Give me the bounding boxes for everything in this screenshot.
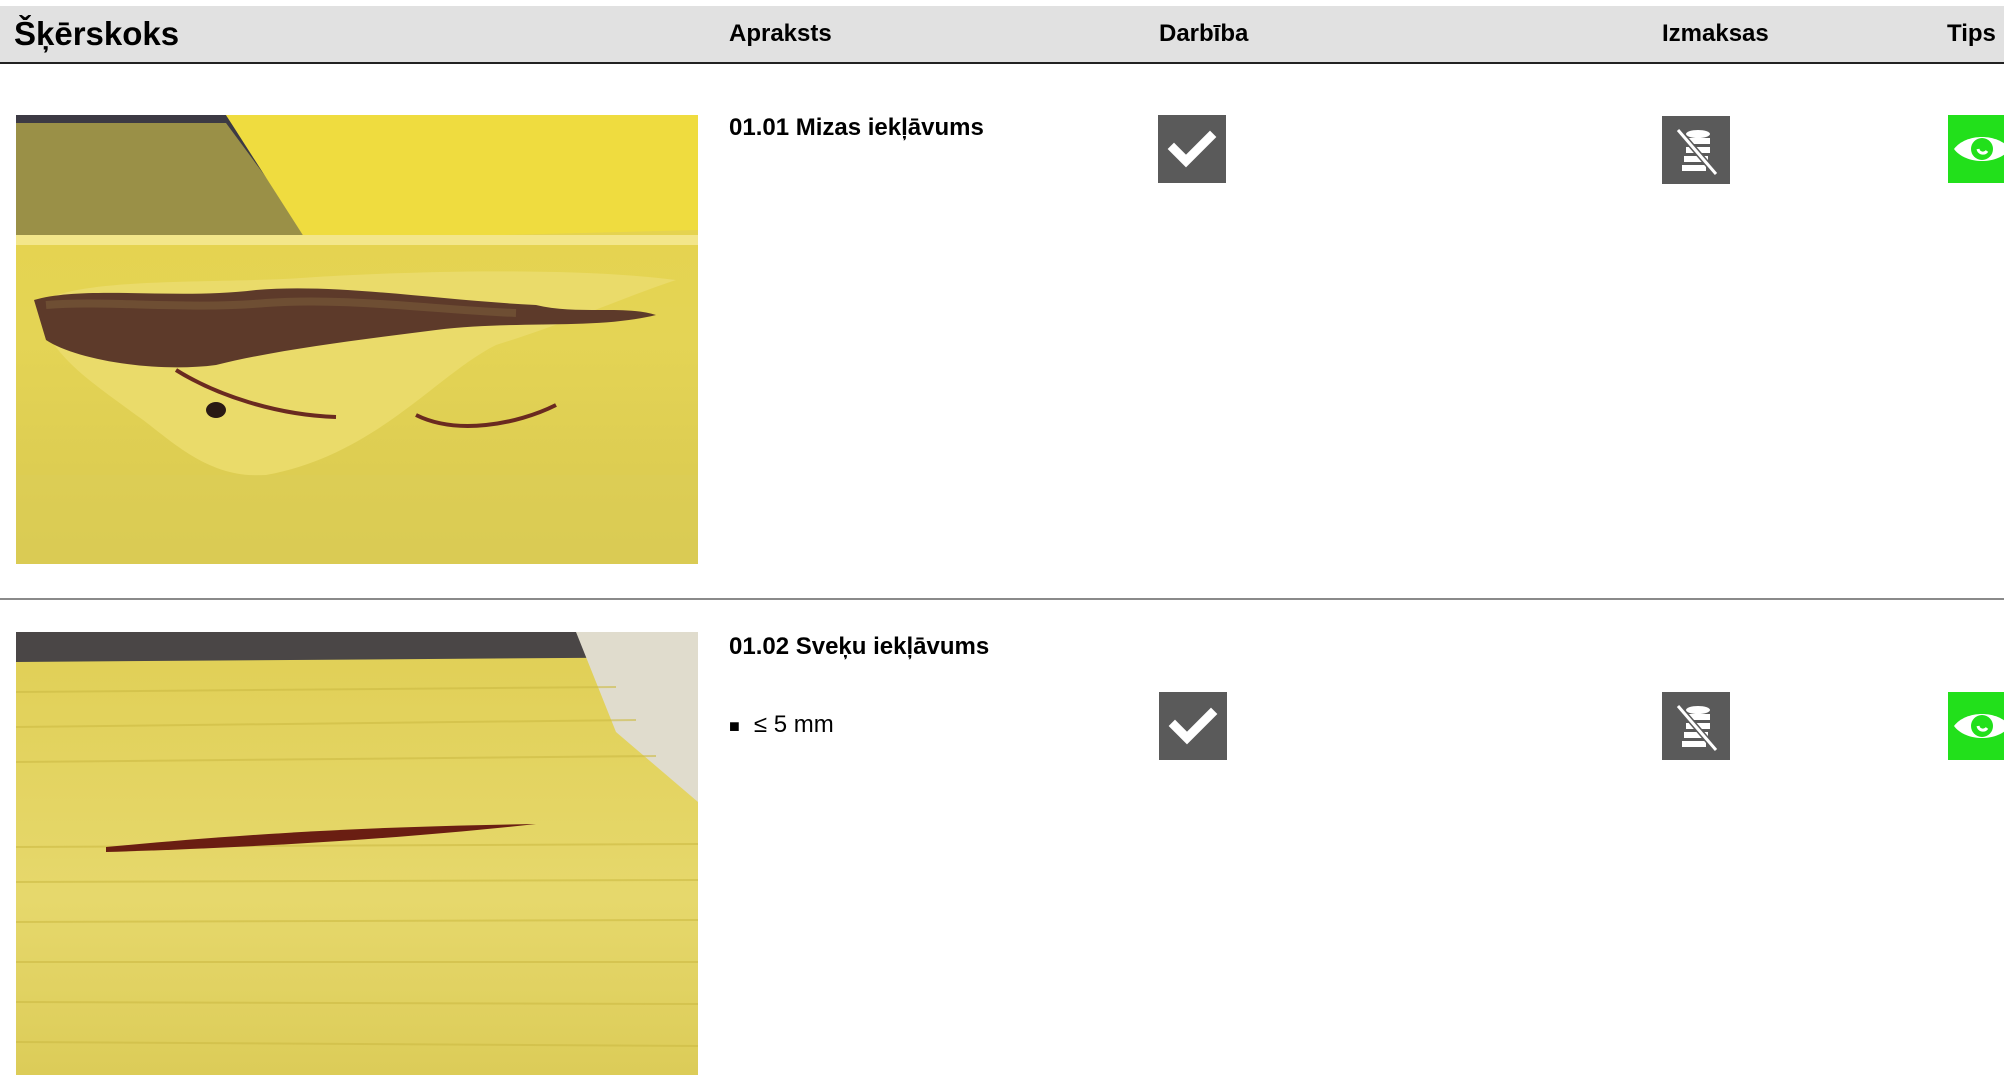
column-header-description: Apraksts [729, 20, 832, 47]
column-header-costs: Izmaksas [1662, 20, 1769, 47]
cost-button[interactable] [1662, 116, 1730, 184]
defect-title: 01.02 Sveķu iekļāvums [729, 633, 990, 660]
cost-button[interactable] [1662, 692, 1730, 760]
bullet-marker: ■ [729, 716, 740, 736]
eye-icon [1948, 115, 2004, 183]
column-header-action: Darbība [1159, 20, 1249, 47]
defect-title: 01.01 Mizas iekļāvums [729, 114, 984, 141]
table-row: 01.01 Mizas iekļāvums [0, 62, 2004, 600]
column-header-tips: Tips [1947, 20, 1996, 47]
table-row: 01.02 Sveķu iekļāvums ■ ≤ 5 mm [0, 600, 2004, 1075]
no-cost-coins-icon [1662, 116, 1730, 184]
checkmark-icon [1159, 692, 1227, 760]
bullet-item: ■ ≤ 5 mm [729, 711, 834, 739]
action-button[interactable] [1159, 692, 1227, 760]
checkmark-icon [1158, 115, 1226, 183]
tips-button[interactable] [1948, 692, 2004, 760]
bullet-text: ≤ 5 mm [753, 711, 834, 738]
defect-photo-bark-inclusion [16, 115, 698, 564]
table-header: Šķērskoks Apraksts Darbība Izmaksas Tips [0, 6, 2004, 64]
action-button[interactable] [1158, 115, 1226, 183]
eye-icon [1948, 692, 2004, 760]
no-cost-coins-icon [1662, 692, 1730, 760]
tips-button[interactable] [1948, 115, 2004, 183]
defect-photo-resin-inclusion [16, 632, 698, 1075]
page-title: Šķērskoks [14, 15, 180, 52]
